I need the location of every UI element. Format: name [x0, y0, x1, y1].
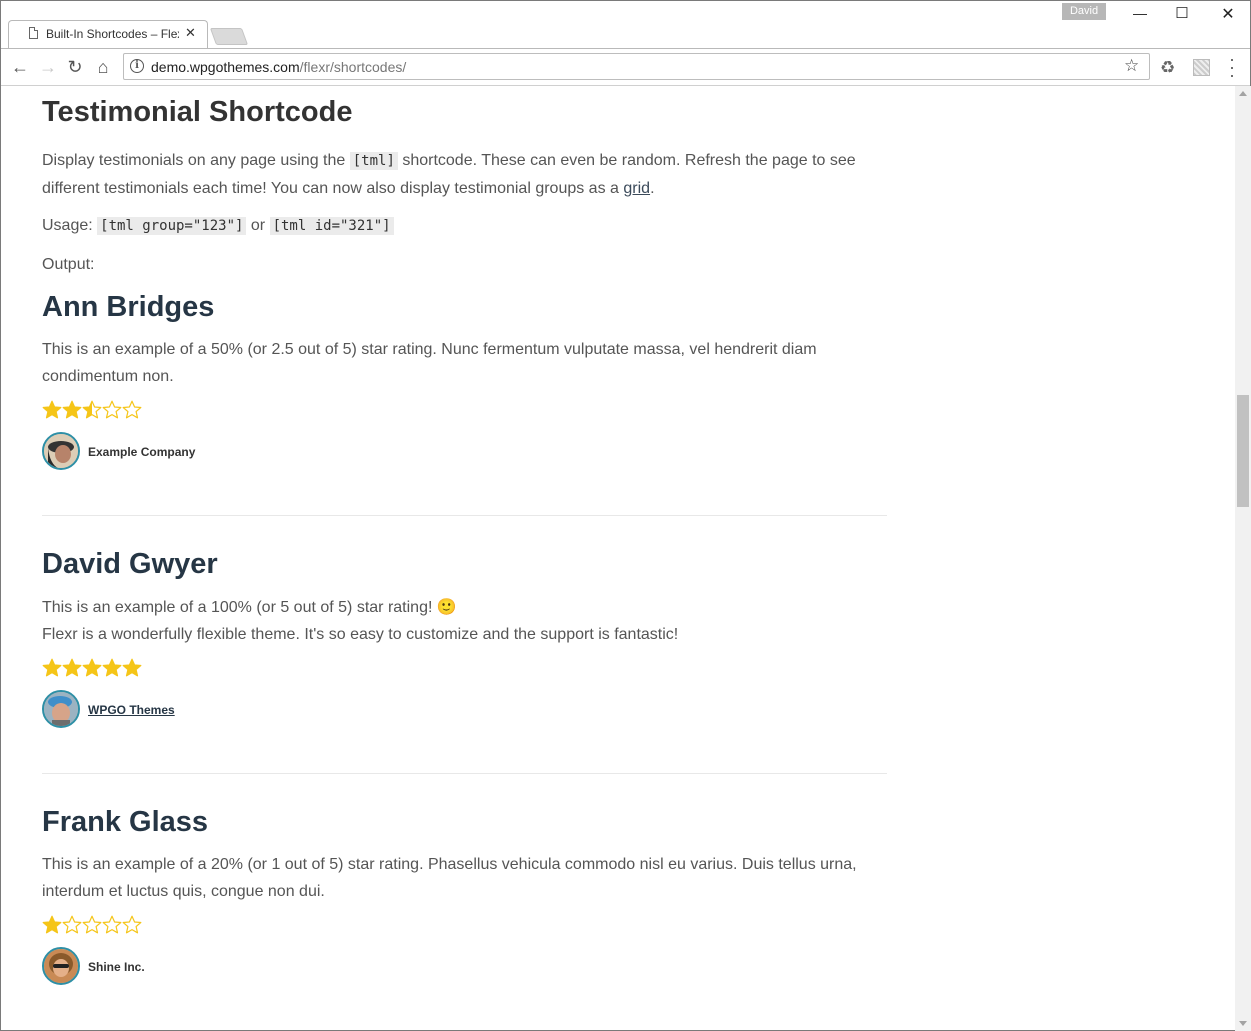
menu-icon[interactable]: · · · — [1227, 50, 1237, 84]
star-filled-icon — [42, 658, 62, 678]
output-label: Output: — [42, 256, 95, 273]
testimonial-text: This is an example of a 20% (or 1 out of… — [42, 856, 857, 900]
testimonial-name: Ann Bridges — [42, 291, 215, 323]
star-filled-icon — [42, 400, 62, 420]
back-arrow-icon[interactable]: ← — [10, 57, 30, 77]
browser-tab[interactable]: Built-In Shortcodes – Flexr ✕ — [8, 20, 208, 48]
testimonial-company: Example Company — [88, 445, 196, 459]
browser-window: Built-In Shortcodes – Flexr ✕ David — ☐ … — [0, 0, 1251, 1031]
address-bar[interactable]: i demo.wpgothemes.com/flexr/shortcodes/ … — [123, 53, 1150, 80]
tml-code: [tml] — [349, 152, 398, 170]
star-filled-icon — [122, 658, 142, 678]
home-icon[interactable]: ⌂ — [93, 57, 113, 77]
testimonial-text: This is an example of a 100% (or 5 out o… — [42, 599, 679, 643]
testimonial-name: David Gwyer — [42, 548, 218, 580]
usage-code-group: [tml group="123"] — [97, 217, 247, 235]
scroll-up-icon[interactable] — [1239, 91, 1247, 96]
avatar — [42, 432, 80, 470]
close-tab-icon[interactable]: ✕ — [185, 25, 196, 41]
close-window-icon[interactable]: ✕ — [1213, 4, 1243, 24]
extension-icon[interactable] — [1193, 59, 1210, 76]
smiley-emoji: 🙂 — [436, 599, 457, 616]
company-link[interactable]: WPGO Themes — [88, 703, 175, 717]
star-filled-icon — [102, 658, 122, 678]
tab-title: Built-In Shortcodes – Flexr — [46, 27, 179, 41]
scroll-down-icon[interactable] — [1239, 1021, 1247, 1026]
testimonial-company: Shine Inc. — [88, 960, 145, 974]
reload-icon[interactable]: ↻ — [65, 57, 85, 77]
star-empty-icon — [82, 915, 102, 935]
testimonial-text: This is an example of a 50% (or 2.5 out … — [42, 341, 817, 385]
grid-link[interactable]: grid — [623, 180, 650, 197]
usage-line: Usage: [tml group="123"] or [tml id="321… — [42, 212, 887, 240]
star-filled-icon — [82, 658, 102, 678]
minimize-icon[interactable]: — — [1125, 5, 1155, 21]
browser-toolbar: ← → ↻ ⌂ i demo.wpgothemes.com/flexr/shor… — [1, 48, 1250, 86]
divider — [42, 773, 887, 774]
section-title: Testimonial Shortcode — [42, 96, 353, 128]
vertical-scrollbar[interactable] — [1235, 86, 1251, 1031]
bookmark-star-icon[interactable]: ☆ — [1124, 56, 1144, 76]
star-filled-icon — [42, 915, 62, 935]
star-filled-icon — [62, 658, 82, 678]
page-icon — [29, 27, 38, 39]
avatar — [42, 690, 80, 728]
star-filled-icon — [62, 400, 82, 420]
avatar-photo — [44, 434, 78, 468]
testimonial-name: Frank Glass — [42, 806, 209, 838]
maximize-icon[interactable]: ☐ — [1167, 4, 1197, 22]
star-empty-icon — [102, 915, 122, 935]
forward-arrow-icon[interactable]: → — [38, 57, 58, 77]
avatar-photo — [44, 692, 78, 726]
intro-paragraph: Display testimonials on any page using t… — [42, 152, 856, 197]
usage-code-id: [tml id="321"] — [269, 217, 394, 235]
new-tab-button[interactable] — [209, 28, 249, 45]
recycle-extension-icon[interactable]: ♻ — [1160, 58, 1175, 78]
info-icon[interactable]: i — [130, 59, 144, 73]
star-empty-icon — [122, 915, 142, 935]
url-text[interactable]: demo.wpgothemes.com/flexr/shortcodes/ — [151, 59, 406, 75]
avatar-photo — [44, 949, 78, 983]
avatar — [42, 947, 80, 985]
tab-strip: Built-In Shortcodes – Flexr ✕ David — ☐ … — [1, 1, 1250, 48]
scrollbar-thumb[interactable] — [1237, 395, 1249, 507]
star-empty-icon — [62, 915, 82, 935]
star-empty-icon — [122, 400, 142, 420]
star-empty-icon — [102, 400, 122, 420]
star-half-icon — [82, 400, 102, 420]
profile-badge[interactable]: David — [1062, 3, 1106, 20]
divider — [42, 515, 887, 516]
